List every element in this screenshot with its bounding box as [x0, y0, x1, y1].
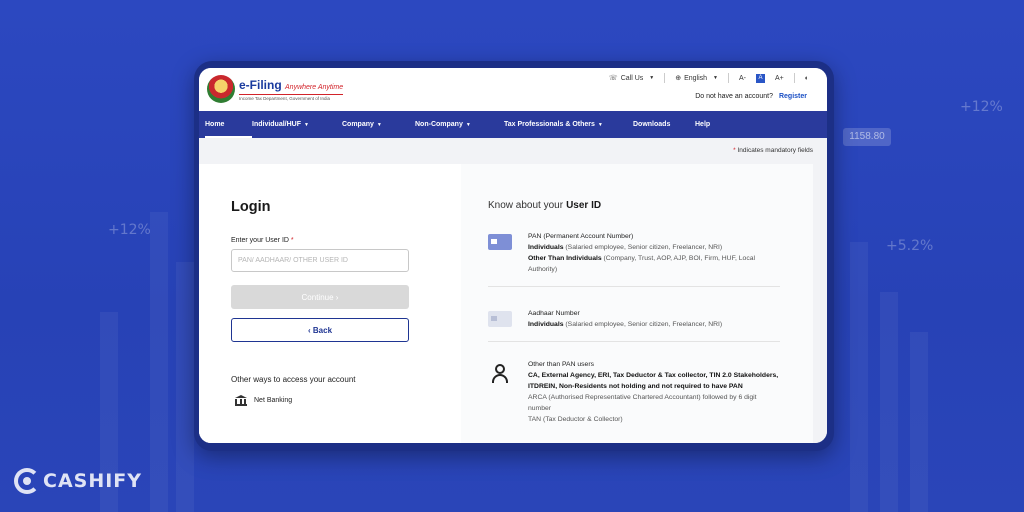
- efiling-screen: e-Filing Anywhere Anytime Income Tax Dep…: [199, 68, 827, 443]
- list-item: PAN (Permanent Account Number) Individua…: [488, 231, 780, 287]
- back-button[interactable]: ‹ Back: [231, 318, 409, 342]
- chevron-left-icon: ‹: [307, 325, 311, 335]
- know-title-prefix: Know about your: [488, 200, 564, 211]
- font-increase-button[interactable]: A+: [775, 75, 784, 82]
- call-us-label: Call Us: [620, 74, 644, 82]
- back-label: Back: [312, 325, 333, 335]
- continue-button[interactable]: Continue ›: [231, 285, 409, 309]
- info-bold: Individuals: [528, 244, 564, 251]
- language-select[interactable]: ⊕ English ▼: [675, 74, 718, 83]
- brand-subtitle: Income Tax Department, Government of Ind…: [239, 93, 344, 101]
- font-default-button[interactable]: A: [756, 73, 765, 83]
- pan-card-icon: [488, 234, 512, 250]
- aadhaar-card-icon: [488, 311, 512, 327]
- top-toolbar: ☏ Call Us ▼ ⊕ English ▼ A- A A+ ◐: [609, 73, 809, 83]
- brand-name: e-Filing: [239, 77, 282, 92]
- mandatory-text: Indicates mandatory fields: [737, 147, 813, 154]
- nav-label: Company: [342, 121, 374, 128]
- main-content: Login Enter your User ID * Continue › ‹ …: [199, 164, 827, 443]
- user-id-input[interactable]: [231, 249, 409, 272]
- nav-item-home[interactable]: Home: [205, 111, 252, 138]
- nav-label: Individual/HUF: [252, 121, 301, 128]
- user-id-label-text: Enter your User ID: [231, 237, 289, 244]
- nav-item-individual-huf[interactable]: Individual/HUF ▼: [252, 111, 342, 138]
- continue-label: Continue: [301, 292, 334, 302]
- background-bar: [150, 212, 168, 512]
- govt-emblem-icon: [207, 75, 235, 103]
- background-bar: [910, 332, 928, 512]
- know-title: Know about your User ID: [488, 200, 813, 211]
- mandatory-note: * Indicates mandatory fields: [199, 138, 827, 164]
- chevron-down-icon: ▼: [465, 121, 471, 128]
- bank-icon: [235, 395, 247, 406]
- login-panel: Login Enter your User ID * Continue › ‹ …: [199, 164, 461, 443]
- info-title: PAN (Permanent Account Number): [528, 233, 634, 240]
- info-bold: CA, External Agency, ERI, Tax Deductor &…: [528, 372, 779, 390]
- main-nav: Home Individual/HUF ▼ Company ▼ Non-Compan…: [199, 111, 827, 138]
- user-id-info-list: PAN (Permanent Account Number) Individua…: [488, 231, 780, 436]
- info-text: (Salaried employee, Senior citizen, Free…: [565, 321, 723, 328]
- language-label: English: [684, 74, 708, 82]
- site-header: e-Filing Anywhere Anytime Income Tax Dep…: [199, 68, 827, 111]
- nav-item-help[interactable]: Help: [695, 111, 735, 138]
- nav-label: Help: [695, 121, 711, 128]
- background-bar: [850, 242, 868, 512]
- watermark-text: CASHIFY: [43, 470, 143, 492]
- background-number: +5.2%: [886, 238, 934, 254]
- list-item: Aadhaar Number Individuals (Salaried emp…: [488, 298, 780, 342]
- net-banking-link[interactable]: Net Banking: [231, 395, 443, 406]
- info-bold: Other Than Individuals: [528, 255, 602, 262]
- nav-item-downloads[interactable]: Downloads: [633, 111, 695, 138]
- user-id-label: Enter your User ID *: [231, 237, 294, 244]
- background-bar: [880, 292, 898, 512]
- background-bar: [176, 262, 194, 512]
- globe-icon: ⊕: [675, 75, 682, 82]
- efiling-logo[interactable]: e-Filing Anywhere Anytime Income Tax Dep…: [207, 75, 344, 103]
- user-icon: [488, 362, 512, 384]
- info-title: Other than PAN users: [528, 361, 594, 368]
- register-line: Do not have an account? Register: [695, 93, 807, 100]
- nav-item-company[interactable]: Company ▼: [342, 111, 415, 138]
- know-user-id-panel: Know about your User ID PAN (Permanent Ac…: [461, 164, 813, 443]
- background-number: +12%: [960, 99, 1003, 115]
- net-banking-label: Net Banking: [254, 396, 293, 404]
- cashify-logo-icon: [14, 468, 40, 494]
- info-text: TAN (Tax Deductor & Collector): [528, 416, 623, 423]
- info-title: Aadhaar Number: [528, 310, 580, 317]
- info-text: (Salaried employee, Senior citizen, Free…: [565, 244, 723, 251]
- nav-label: Tax Professionals & Others: [504, 121, 595, 128]
- nav-item-non-company[interactable]: Non-Company ▼: [415, 111, 504, 138]
- nav-item-tax-professionals[interactable]: Tax Professionals & Others ▼: [504, 111, 633, 138]
- brand-tagline: Anywhere Anytime: [285, 83, 344, 91]
- know-title-bold: User ID: [566, 200, 602, 211]
- cashify-watermark: CASHIFY: [14, 468, 142, 494]
- other-ways-heading: Other ways to access your account: [231, 375, 356, 384]
- background-number: +12%: [108, 222, 151, 238]
- phone-icon: ☏: [608, 75, 618, 82]
- nav-label: Downloads: [633, 121, 671, 128]
- chevron-down-icon: ▼: [304, 121, 309, 128]
- nav-label: Non-Company: [415, 121, 463, 128]
- info-bold: Individuals: [528, 321, 564, 328]
- background-pill: 1158.80: [843, 128, 891, 146]
- chevron-down-icon: ▼: [649, 75, 655, 81]
- no-account-text: Do not have an account?: [695, 93, 774, 100]
- chevron-right-icon: ›: [335, 292, 339, 302]
- font-decrease-button[interactable]: A-: [739, 75, 746, 82]
- login-title: Login: [231, 199, 271, 215]
- call-us-button[interactable]: ☏ Call Us ▼: [608, 74, 655, 83]
- list-item: Other than PAN users CA, External Agency…: [488, 353, 780, 436]
- register-link[interactable]: Register: [779, 93, 807, 100]
- chevron-down-icon: ▼: [376, 121, 382, 128]
- contrast-icon[interactable]: ◐: [805, 75, 809, 82]
- chevron-down-icon: ▼: [597, 121, 603, 128]
- nav-label: Home: [205, 121, 225, 128]
- chevron-down-icon: ▼: [713, 75, 718, 81]
- info-text: ARCA (Authorised Representative Chartere…: [528, 394, 757, 412]
